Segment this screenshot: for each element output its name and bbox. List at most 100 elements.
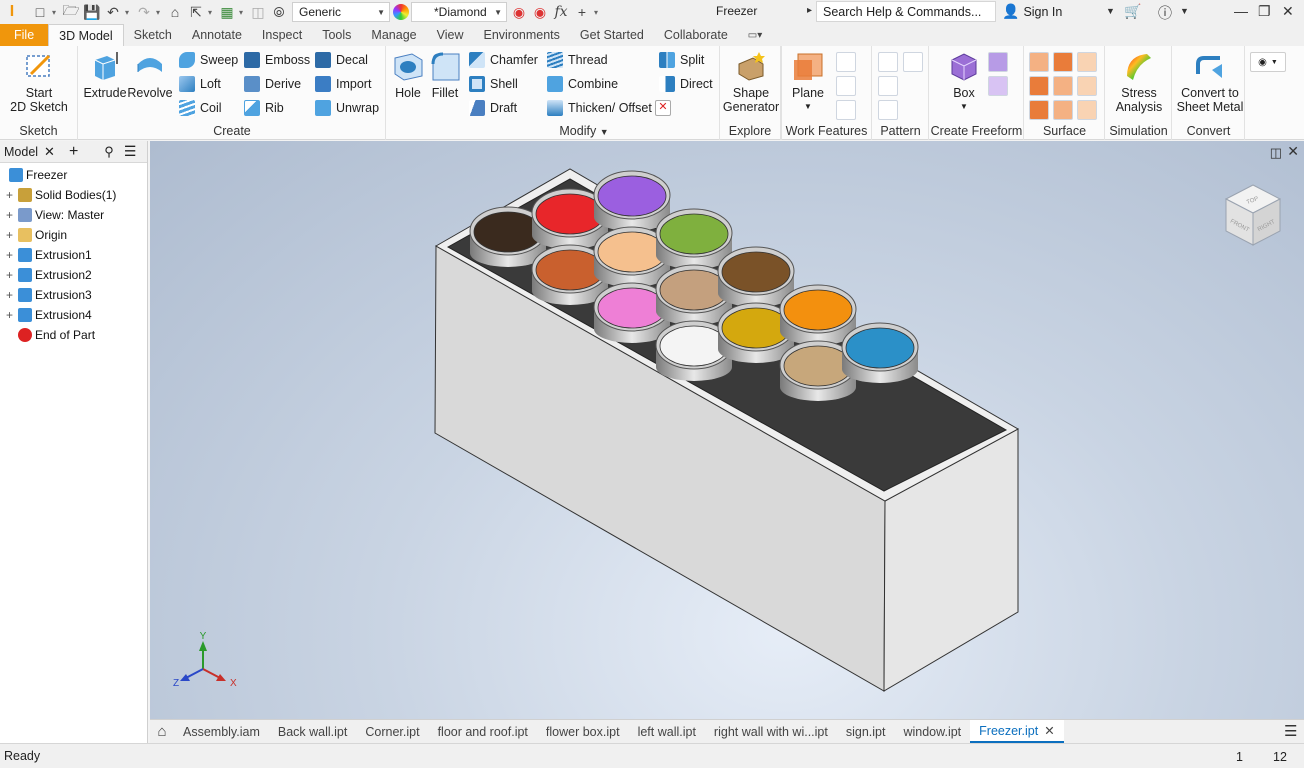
fillet-button[interactable]: Fillet <box>427 50 463 100</box>
convert-sheet-metal-button[interactable]: Convert to Sheet Metal <box>1175 50 1245 114</box>
start-2d-sketch-button[interactable]: Start 2D Sketch <box>10 50 68 114</box>
rib-button[interactable]: Rib <box>244 100 284 116</box>
coil-button[interactable]: Coil <box>179 100 222 116</box>
restore-icon[interactable]: ❐ <box>1258 3 1271 20</box>
mirror-icon[interactable] <box>903 52 923 72</box>
tab-list-menu-icon[interactable]: ☰ <box>1284 722 1297 740</box>
expand-icon[interactable]: + <box>5 309 14 321</box>
select-icon[interactable]: ⇱ <box>187 3 205 21</box>
ribbon-tab[interactable]: Annotate <box>182 24 252 46</box>
ribbon-extra-dropdown-icon[interactable]: ▭▾ <box>738 24 772 46</box>
document-tab[interactable]: Assembly.iam <box>174 720 269 743</box>
split-button[interactable]: Split <box>659 52 704 68</box>
document-tab[interactable]: floor and roof.ipt <box>429 720 537 743</box>
new-file-icon[interactable]: □ <box>31 3 49 21</box>
viewcube[interactable]: TOP FRONT RIGHT <box>1222 181 1284 251</box>
browser-tree-item[interactable]: + Origin <box>0 225 67 245</box>
expand-arrow-icon[interactable]: ▸ <box>807 5 812 16</box>
expand-icon[interactable]: + <box>5 209 14 221</box>
select-dropdown-icon[interactable]: ▾ <box>205 3 215 21</box>
search-icon[interactable]: ⚲ <box>104 144 114 160</box>
freeform-tools-icon[interactable] <box>988 76 1008 96</box>
ribbon-tab[interactable]: Get Started <box>570 24 654 46</box>
signin-dropdown-icon[interactable]: ▼ <box>1106 6 1115 16</box>
edit-form-icon[interactable] <box>988 52 1008 72</box>
replace-face-icon[interactable] <box>1077 76 1097 96</box>
add-icon[interactable]: + <box>573 3 591 21</box>
parameters-fx-icon[interactable]: fx <box>552 3 570 21</box>
unwrap-button[interactable]: Unwrap <box>315 100 379 116</box>
derive-button[interactable]: Derive <box>244 76 301 92</box>
home-icon[interactable]: ⌂ <box>166 3 184 21</box>
direct-edit-button[interactable]: Direct <box>659 76 713 92</box>
new-dropdown-icon[interactable]: ▾ <box>49 3 59 21</box>
ribbon-tab[interactable]: File <box>0 24 49 46</box>
rectangular-pattern-icon[interactable] <box>878 52 898 72</box>
expand-icon[interactable]: + <box>5 249 14 261</box>
graphics-viewport[interactable]: TOP FRONT RIGHT Y X Z ◫ ✕ <box>150 141 1304 719</box>
chamfer-button[interactable]: Chamfer <box>469 52 538 68</box>
window-layout-icon[interactable]: ◫ <box>1270 145 1282 161</box>
browser-tree-item[interactable]: Freezer <box>0 165 67 185</box>
expand-icon[interactable]: + <box>5 269 14 281</box>
measure-icon[interactable]: ◫ <box>249 3 267 21</box>
delete-face-button[interactable]: ✕ <box>655 100 671 116</box>
patch-icon[interactable] <box>1053 52 1073 72</box>
search-help-input[interactable]: Search Help & Commands... <box>816 1 996 22</box>
minimize-icon[interactable]: — <box>1234 3 1248 19</box>
ribbon-tab[interactable]: Inspect <box>252 24 312 46</box>
ruled-surface-icon[interactable] <box>1077 100 1097 120</box>
repair-icon[interactable] <box>1029 100 1049 120</box>
store-cart-icon[interactable]: 🛒 <box>1124 3 1141 20</box>
update-dropdown-icon[interactable]: ▾ <box>236 3 246 21</box>
document-tab[interactable]: left wall.ipt <box>629 720 705 743</box>
browser-tree-item[interactable]: + View: Master <box>0 205 104 225</box>
document-tab[interactable]: sign.ipt <box>837 720 895 743</box>
fit-mesh-icon[interactable] <box>1053 100 1073 120</box>
sweep-button[interactable]: Sweep <box>179 52 238 68</box>
ribbon-tab[interactable]: 3D Model <box>48 24 124 46</box>
shell-button[interactable]: Shell <box>469 76 518 92</box>
ribbon-options-button[interactable]: ◉ ▼ <box>1250 52 1286 72</box>
material-select[interactable]: *Diamond ▼ <box>411 2 507 22</box>
update-icon[interactable]: ▦ <box>218 3 236 21</box>
browser-tree-item[interactable]: + Extrusion4 <box>0 305 92 325</box>
menu-icon[interactable]: ☰ <box>124 143 137 160</box>
inventor-pro-logo-icon[interactable]: I <box>3 3 21 21</box>
document-tab[interactable]: window.ipt <box>894 720 970 743</box>
shape-generator-button[interactable]: Shape Generator <box>722 50 780 114</box>
document-tab[interactable]: Back wall.ipt <box>269 720 356 743</box>
browser-tree-item[interactable]: + Extrusion1 <box>0 245 92 265</box>
trim-icon[interactable] <box>1029 76 1049 96</box>
close-browser-icon[interactable]: ✕ <box>44 144 55 160</box>
appearance-select[interactable]: Generic ▼ <box>292 2 390 22</box>
clear-appearance-icon[interactable]: ◉ <box>531 3 549 21</box>
document-tab[interactable]: Freezer.ipt ✕ <box>970 720 1064 743</box>
help-dropdown-icon[interactable]: ▼ <box>1180 6 1189 16</box>
add-browser-tab-icon[interactable]: + <box>69 143 78 161</box>
axis-icon[interactable] <box>836 52 856 72</box>
extend-icon[interactable] <box>1053 76 1073 96</box>
thread-button[interactable]: Thread <box>547 52 608 68</box>
freeform-box-button[interactable]: Box ▼ <box>944 50 984 114</box>
customize-dropdown-icon[interactable]: ▾ <box>591 3 601 21</box>
extrude-button[interactable]: Extrude <box>83 50 127 100</box>
redo-icon[interactable]: ↷ <box>135 3 153 21</box>
sign-in-button[interactable]: 👤 Sign In <box>1002 3 1062 20</box>
ribbon-tab[interactable]: Tools <box>312 24 361 46</box>
combine-button[interactable]: Combine <box>547 76 618 92</box>
color-wheel-icon[interactable] <box>393 4 409 20</box>
ucs-icon[interactable] <box>836 100 856 120</box>
no-appearance-icon[interactable]: ⦾ <box>270 3 288 21</box>
appearance-adjust-icon[interactable]: ◉ <box>510 3 528 21</box>
help-icon[interactable]: ⓘ <box>1158 3 1172 23</box>
home-tab-icon[interactable]: ⌂ <box>150 723 174 740</box>
decal-button[interactable]: Decal <box>315 52 368 68</box>
point-icon[interactable] <box>836 76 856 96</box>
loft-button[interactable]: Loft <box>179 76 221 92</box>
revolve-button[interactable]: Revolve <box>127 50 173 100</box>
browser-tree-item[interactable]: End of Part <box>0 325 95 345</box>
save-icon[interactable]: 💾 <box>83 3 101 21</box>
ribbon-tab[interactable]: View <box>427 24 474 46</box>
document-tab[interactable]: Corner.ipt <box>356 720 428 743</box>
